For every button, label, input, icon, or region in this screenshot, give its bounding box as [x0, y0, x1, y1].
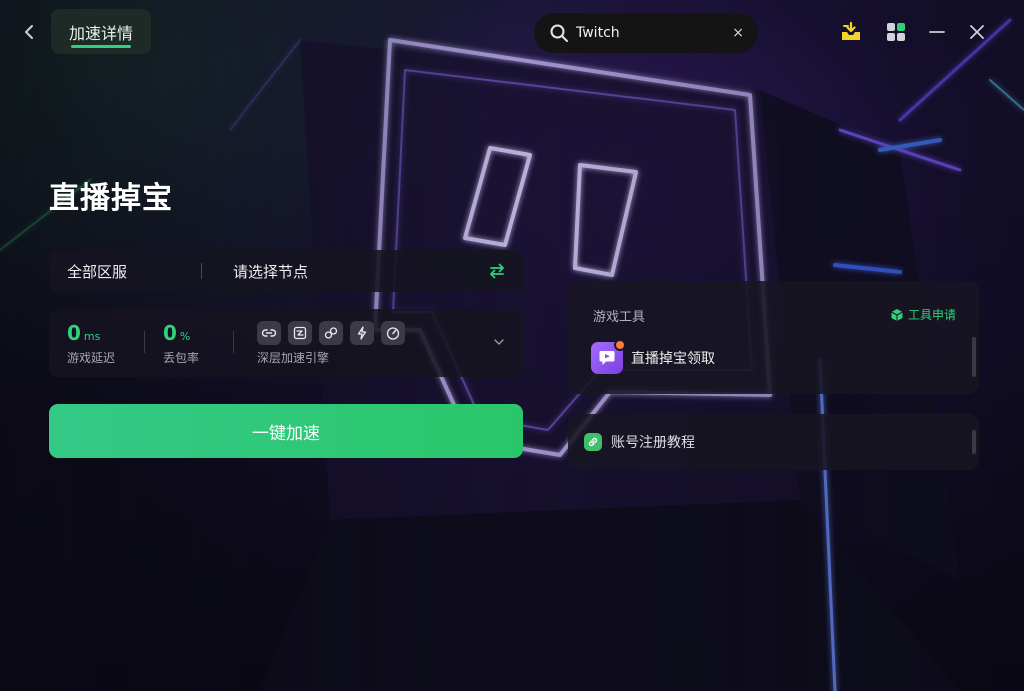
latency-label: 游戏延迟	[67, 351, 116, 365]
chevron-left-icon	[25, 25, 33, 39]
route-icon	[288, 321, 312, 345]
scrollbar[interactable]	[972, 337, 976, 377]
tool-apply-label: 工具申请	[907, 308, 956, 322]
back-button[interactable]	[18, 20, 40, 44]
game-tools-panel: 游戏工具 工具申请 直播掉宝领取	[568, 281, 979, 394]
game-tools-label: 游戏工具	[593, 310, 646, 325]
link-icon	[257, 321, 281, 345]
download-box-icon[interactable]	[839, 20, 863, 44]
latency-value: 0 ms	[67, 321, 101, 345]
search-input[interactable]: Twitch	[576, 25, 732, 41]
tab-active-indicator	[71, 45, 131, 48]
packet-loss-label: 丢包率	[163, 351, 200, 365]
notification-dot	[614, 339, 626, 351]
chevron-down-icon[interactable]	[493, 337, 505, 347]
network-stats-panel: 0 ms 游戏延迟 0% 丢包率 深层加速引擎	[49, 309, 523, 377]
speedometer-icon	[381, 321, 405, 345]
scrollbar[interactable]	[972, 430, 976, 454]
latency-unit: ms	[83, 330, 101, 343]
guide-label: 账号注册教程	[611, 435, 695, 451]
apps-grid-icon[interactable]	[884, 20, 908, 44]
tab-acceleration-details[interactable]: 加速详情	[51, 9, 151, 54]
network-icon	[319, 321, 343, 345]
cube-icon	[891, 308, 903, 321]
clear-search-icon[interactable]: ×	[732, 25, 744, 41]
divider	[233, 331, 234, 353]
stream-drops-icon	[591, 339, 626, 374]
region-select[interactable]: 全部区服	[49, 261, 201, 282]
tool-apply-link[interactable]: 工具申请	[890, 306, 956, 323]
tool-item[interactable]: 直播掉宝领取	[591, 339, 715, 374]
link-icon	[584, 433, 602, 451]
node-selector[interactable]: 全部区服 请选择节点	[49, 250, 523, 292]
packet-loss-value: 0%	[163, 321, 191, 345]
page-title: 直播掉宝	[49, 181, 173, 216]
swap-icon[interactable]	[488, 262, 506, 280]
close-icon[interactable]	[965, 20, 989, 44]
engine-icons	[257, 321, 405, 345]
one-click-accelerate-button[interactable]: 一键加速	[49, 404, 523, 458]
tab-label: 加速详情	[68, 23, 133, 43]
account-registration-guide[interactable]: 账号注册教程	[568, 414, 979, 470]
node-select[interactable]: 请选择节点	[202, 261, 488, 282]
search-box[interactable]: Twitch ×	[534, 13, 758, 53]
lightning-icon	[350, 321, 374, 345]
divider	[144, 331, 145, 353]
tool-item-label: 直播掉宝领取	[631, 351, 715, 367]
minimize-icon[interactable]	[925, 20, 949, 44]
engine-label: 深层加速引擎	[257, 351, 330, 365]
packet-loss-unit: %	[179, 330, 191, 343]
search-icon	[550, 24, 568, 42]
